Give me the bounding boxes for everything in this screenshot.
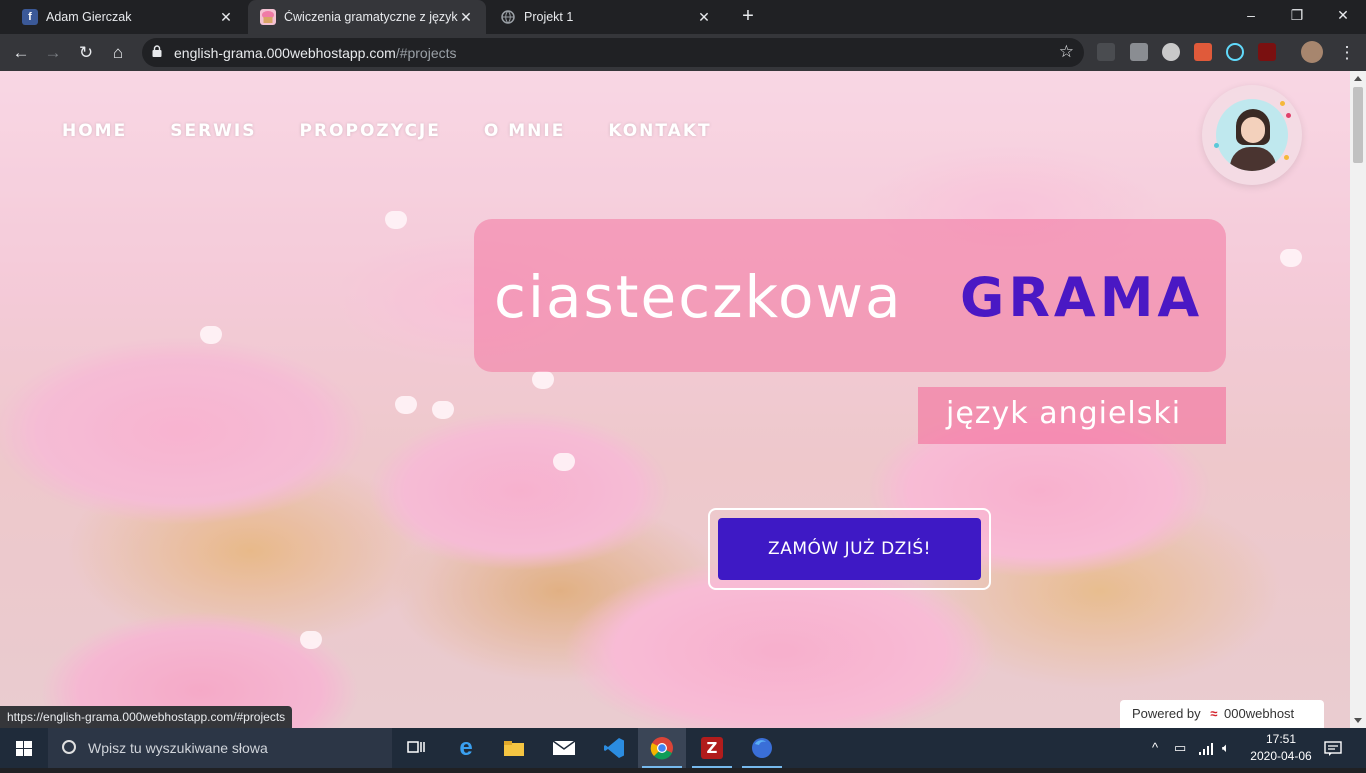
firefox-icon[interactable] (738, 728, 786, 768)
nav-item-kontakt[interactable]: KONTAKT (608, 121, 711, 141)
recycle-extension-icon[interactable] (1097, 43, 1115, 61)
scroll-thumb[interactable] (1353, 87, 1363, 163)
page-scrollbar[interactable] (1350, 71, 1366, 728)
url-text: english-grama.000webhostapp.com/#project… (174, 45, 457, 61)
sprinkle-heart (300, 631, 322, 649)
globe-icon (500, 9, 516, 25)
facebook-icon: f (22, 9, 38, 25)
tab-facebook[interactable]: f Adam Gierczak ✕ (10, 0, 246, 34)
main-nav: HOME SERWIS PROPOZYCJE O MNIE KONTAKT (62, 121, 755, 141)
battery-icon[interactable]: ▭ (1174, 728, 1186, 768)
url-path: /#projects (395, 45, 457, 61)
sprinkle-heart (385, 211, 407, 229)
mail-icon[interactable] (540, 728, 588, 768)
scroll-up-icon[interactable] (1354, 76, 1362, 81)
hero-brand: GRAMA (960, 266, 1204, 329)
nav-item-o-mnie[interactable]: O MNIE (484, 121, 565, 141)
search-icon (62, 740, 76, 754)
search-placeholder: Wpisz tu wyszukiwane słowa (88, 740, 268, 756)
notifications-icon[interactable] (1324, 728, 1342, 768)
maximize-button[interactable]: ❐ (1274, 0, 1320, 30)
avatar-illustration (1216, 99, 1288, 171)
menu-icon[interactable]: ⋮ (1334, 40, 1360, 66)
order-now-button[interactable]: ZAMÓW JUŻ DZIŚ! (718, 518, 981, 580)
close-tab-icon[interactable]: ✕ (218, 9, 234, 26)
sprinkle-heart (395, 396, 417, 414)
new-tab-button[interactable]: + (736, 5, 760, 29)
close-window-button[interactable]: ✕ (1320, 0, 1366, 30)
tab-title: Ćwiczenia gramatyczne z języka a (284, 10, 458, 24)
react-extension-icon[interactable] (1226, 43, 1244, 61)
cupcake-icon (260, 9, 276, 25)
web-page: HOME SERWIS PROPOZYCJE O MNIE KONTAKT ci… (0, 71, 1350, 728)
nav-item-propozycje[interactable]: PROPOZYCJE (300, 121, 441, 141)
sprinkle-heart (1280, 249, 1302, 267)
home-icon[interactable]: ⌂ (105, 40, 131, 66)
nav-item-home[interactable]: HOME (62, 121, 127, 141)
taskbar-clock[interactable]: 17:51 2020-04-06 (1250, 731, 1312, 765)
nav-item-serwis[interactable]: SERWIS (170, 121, 256, 141)
filezilla-icon[interactable]: Z (688, 728, 736, 768)
back-icon[interactable]: ← (8, 40, 34, 66)
windows-logo-icon (16, 741, 32, 756)
close-tab-icon[interactable]: ✕ (696, 9, 712, 26)
windows-taskbar: Wpisz tu wyszukiwane słowa e Z ^ ▭ 🔈︎ 17… (0, 728, 1366, 768)
link-status-bar: https://english-grama.000webhostapp.com/… (0, 706, 293, 728)
tab-title: Adam Gierczak (46, 10, 132, 24)
fire-extension-icon[interactable] (1194, 43, 1212, 61)
task-view-icon[interactable] (392, 728, 440, 768)
powered-by-brand: 000webhost (1224, 706, 1295, 721)
lock-icon (152, 45, 162, 57)
tab-projekt[interactable]: Projekt 1 ✕ (488, 0, 724, 34)
powered-by-label: Powered by (1132, 706, 1201, 721)
hero-subtitle: język angielski (946, 396, 1182, 431)
file-explorer-icon[interactable] (490, 728, 538, 768)
hero-title: ciasteczkowa (494, 263, 903, 331)
author-avatar[interactable] (1202, 85, 1302, 185)
address-bar[interactable]: english-grama.000webhostapp.com/#project… (142, 38, 1084, 67)
close-tab-icon[interactable]: ✕ (458, 9, 474, 26)
sprinkle-heart (532, 371, 554, 389)
volume-icon[interactable]: 🔈︎ (1222, 728, 1230, 768)
gear-extension-icon[interactable] (1162, 43, 1180, 61)
bookmark-star-icon[interactable]: ☆ (1059, 42, 1074, 62)
network-icon[interactable] (1198, 728, 1214, 768)
sprinkle-heart (432, 401, 454, 419)
browser-tab-strip: f Adam Gierczak ✕ Ćwiczenia gramatyczne … (0, 0, 1366, 34)
clock-time: 17:51 (1265, 732, 1297, 746)
edge-icon[interactable]: e (442, 728, 490, 768)
sprinkle-heart (553, 453, 575, 471)
clock-date: 2020-04-06 (1250, 749, 1312, 763)
scroll-down-icon[interactable] (1354, 718, 1362, 723)
sprinkle-heart (200, 326, 222, 344)
tab-title: Projekt 1 (524, 10, 574, 24)
url-host: english-grama.000webhostapp.com (174, 45, 396, 61)
start-button[interactable] (0, 728, 48, 768)
profile-avatar-icon[interactable] (1301, 41, 1323, 63)
chrome-icon[interactable] (638, 728, 686, 768)
svg-text:Z: Z (707, 739, 718, 757)
reload-icon[interactable]: ↻ (73, 40, 99, 66)
webhost-logo-icon: ≈ (1210, 706, 1218, 721)
minimize-button[interactable]: – (1228, 0, 1274, 30)
camera-extension-icon[interactable] (1130, 43, 1148, 61)
powered-by-badge[interactable]: Powered by ≈ 000webhost (1120, 700, 1324, 728)
tab-cwiczenia[interactable]: Ćwiczenia gramatyczne z języka a ✕ (248, 0, 486, 34)
taskbar-search[interactable]: Wpisz tu wyszukiwane słowa (48, 728, 392, 768)
forward-icon[interactable]: → (40, 40, 66, 66)
vscode-icon[interactable] (590, 728, 638, 768)
show-hidden-icons[interactable]: ^ (1152, 728, 1158, 768)
browser-toolbar: ← → ↻ ⌂ english-grama.000webhostapp.com/… (0, 34, 1366, 71)
h-extension-icon[interactable] (1258, 43, 1276, 61)
